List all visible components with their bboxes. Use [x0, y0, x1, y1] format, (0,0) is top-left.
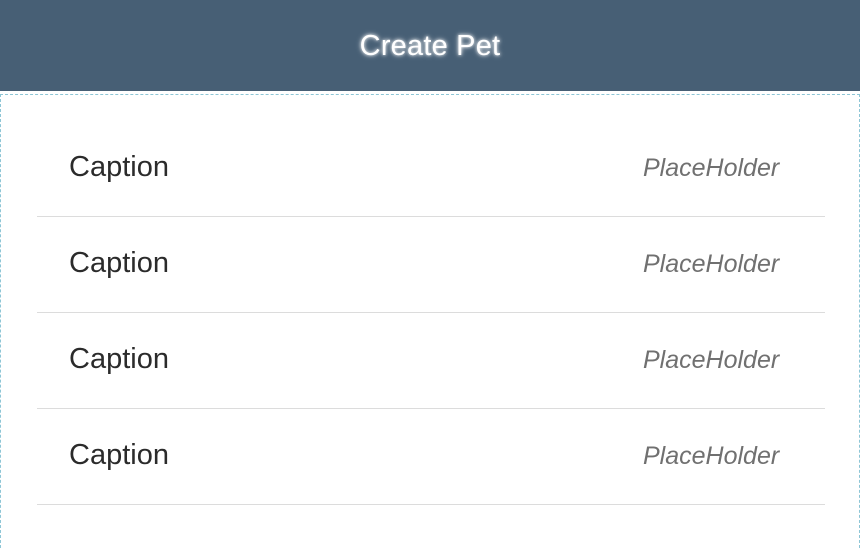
field-caption: Caption	[69, 343, 169, 375]
input-placeholder: PlaceHolder	[643, 346, 780, 374]
input-placeholder: PlaceHolder	[643, 442, 780, 470]
form-row: Caption PlaceHolder	[37, 313, 825, 409]
input-placeholder: PlaceHolder	[643, 154, 780, 182]
form-container: Caption PlaceHolder Caption PlaceHolder …	[0, 94, 860, 548]
field-caption: Caption	[69, 151, 169, 183]
form-row: Caption PlaceHolder	[37, 409, 825, 505]
form-row: Caption PlaceHolder	[37, 121, 825, 217]
text-input[interactable]: PlaceHolder	[643, 343, 793, 377]
text-input[interactable]: PlaceHolder	[643, 151, 793, 185]
text-input[interactable]: PlaceHolder	[643, 439, 793, 473]
app-header: Create Pet	[0, 0, 860, 91]
input-placeholder: PlaceHolder	[643, 250, 780, 278]
field-caption: Caption	[69, 247, 169, 279]
text-input[interactable]: PlaceHolder	[643, 247, 793, 281]
form-list: Caption PlaceHolder Caption PlaceHolder …	[37, 121, 825, 505]
page-title: Create Pet	[359, 30, 501, 62]
field-caption: Caption	[69, 439, 169, 471]
form-row: Caption PlaceHolder	[37, 217, 825, 313]
